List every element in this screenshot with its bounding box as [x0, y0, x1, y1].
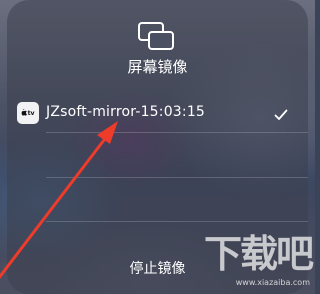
device-name: JZsoft-mirror-15:03:15 — [46, 104, 206, 120]
checkmark-icon — [274, 106, 288, 120]
divider — [46, 132, 308, 133]
screen-mirroring-icon — [137, 20, 177, 52]
stop-mirroring-button[interactable]: 停止镜像 — [7, 244, 308, 294]
device-list-item[interactable]: tv JZsoft-mirror-15:03:15 — [7, 96, 308, 132]
stop-mirroring-label: 停止镜像 — [129, 261, 186, 277]
divider — [46, 221, 308, 222]
panel-title: 屏幕镜像 — [127, 58, 188, 76]
svg-text:tv: tv — [28, 110, 35, 117]
divider — [46, 177, 308, 178]
apple-tv-icon: tv — [17, 102, 39, 124]
